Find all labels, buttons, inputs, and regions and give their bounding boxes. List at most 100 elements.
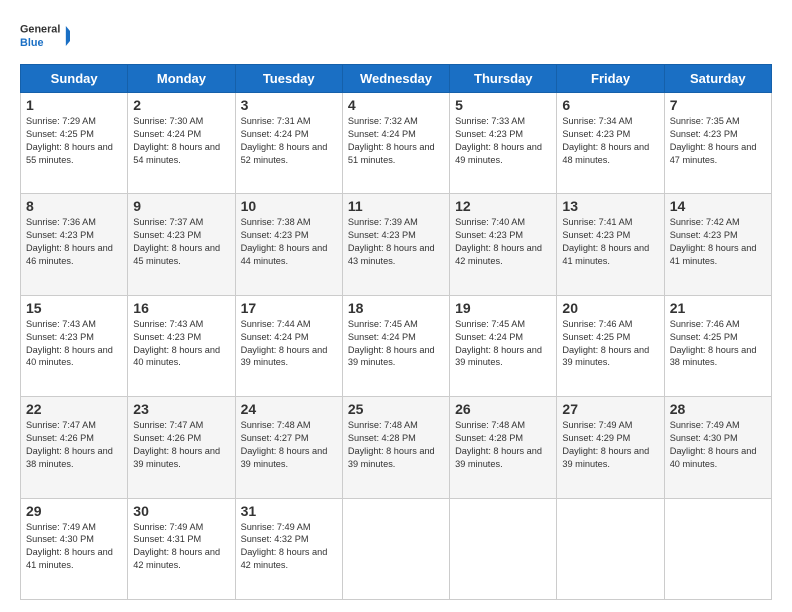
cell-info: Sunrise: 7:29 AMSunset: 4:25 PMDaylight:…: [26, 116, 113, 165]
calendar-cell: 24 Sunrise: 7:48 AMSunset: 4:27 PMDaylig…: [235, 397, 342, 498]
day-number: 25: [348, 401, 444, 417]
cell-info: Sunrise: 7:38 AMSunset: 4:23 PMDaylight:…: [241, 217, 328, 266]
calendar-cell: 25 Sunrise: 7:48 AMSunset: 4:28 PMDaylig…: [342, 397, 449, 498]
cell-info: Sunrise: 7:35 AMSunset: 4:23 PMDaylight:…: [670, 116, 757, 165]
day-number: 15: [26, 300, 122, 316]
cell-info: Sunrise: 7:49 AMSunset: 4:30 PMDaylight:…: [26, 522, 113, 571]
day-number: 11: [348, 198, 444, 214]
day-number: 21: [670, 300, 766, 316]
logo: General Blue: [20, 16, 70, 56]
calendar-cell: 11 Sunrise: 7:39 AMSunset: 4:23 PMDaylig…: [342, 194, 449, 295]
day-number: 28: [670, 401, 766, 417]
cell-info: Sunrise: 7:37 AMSunset: 4:23 PMDaylight:…: [133, 217, 220, 266]
calendar-cell: 14 Sunrise: 7:42 AMSunset: 4:23 PMDaylig…: [664, 194, 771, 295]
calendar-cell: 27 Sunrise: 7:49 AMSunset: 4:29 PMDaylig…: [557, 397, 664, 498]
calendar-cell: 15 Sunrise: 7:43 AMSunset: 4:23 PMDaylig…: [21, 295, 128, 396]
week-row-5: 29 Sunrise: 7:49 AMSunset: 4:30 PMDaylig…: [21, 498, 772, 599]
cell-info: Sunrise: 7:32 AMSunset: 4:24 PMDaylight:…: [348, 116, 435, 165]
day-number: 8: [26, 198, 122, 214]
day-number: 18: [348, 300, 444, 316]
calendar-cell: 19 Sunrise: 7:45 AMSunset: 4:24 PMDaylig…: [450, 295, 557, 396]
cell-info: Sunrise: 7:49 AMSunset: 4:31 PMDaylight:…: [133, 522, 220, 571]
cell-info: Sunrise: 7:39 AMSunset: 4:23 PMDaylight:…: [348, 217, 435, 266]
calendar-cell: 3 Sunrise: 7:31 AMSunset: 4:24 PMDayligh…: [235, 93, 342, 194]
calendar-cell: 6 Sunrise: 7:34 AMSunset: 4:23 PMDayligh…: [557, 93, 664, 194]
svg-text:General: General: [20, 24, 60, 36]
calendar-cell: 20 Sunrise: 7:46 AMSunset: 4:25 PMDaylig…: [557, 295, 664, 396]
cell-info: Sunrise: 7:31 AMSunset: 4:24 PMDaylight:…: [241, 116, 328, 165]
calendar-header-row: SundayMondayTuesdayWednesdayThursdayFrid…: [21, 65, 772, 93]
cell-info: Sunrise: 7:47 AMSunset: 4:26 PMDaylight:…: [26, 420, 113, 469]
calendar-cell: 31 Sunrise: 7:49 AMSunset: 4:32 PMDaylig…: [235, 498, 342, 599]
calendar-cell: 7 Sunrise: 7:35 AMSunset: 4:23 PMDayligh…: [664, 93, 771, 194]
cell-info: Sunrise: 7:48 AMSunset: 4:28 PMDaylight:…: [348, 420, 435, 469]
header-friday: Friday: [557, 65, 664, 93]
cell-info: Sunrise: 7:48 AMSunset: 4:28 PMDaylight:…: [455, 420, 542, 469]
calendar-cell: [664, 498, 771, 599]
day-number: 10: [241, 198, 337, 214]
cell-info: Sunrise: 7:40 AMSunset: 4:23 PMDaylight:…: [455, 217, 542, 266]
calendar-cell: 23 Sunrise: 7:47 AMSunset: 4:26 PMDaylig…: [128, 397, 235, 498]
calendar-cell: 4 Sunrise: 7:32 AMSunset: 4:24 PMDayligh…: [342, 93, 449, 194]
day-number: 12: [455, 198, 551, 214]
day-number: 30: [133, 503, 229, 519]
day-number: 13: [562, 198, 658, 214]
day-number: 22: [26, 401, 122, 417]
cell-info: Sunrise: 7:30 AMSunset: 4:24 PMDaylight:…: [133, 116, 220, 165]
day-number: 16: [133, 300, 229, 316]
header-wednesday: Wednesday: [342, 65, 449, 93]
cell-info: Sunrise: 7:33 AMSunset: 4:23 PMDaylight:…: [455, 116, 542, 165]
calendar-cell: 28 Sunrise: 7:49 AMSunset: 4:30 PMDaylig…: [664, 397, 771, 498]
day-number: 3: [241, 97, 337, 113]
day-number: 5: [455, 97, 551, 113]
day-number: 4: [348, 97, 444, 113]
calendar-cell: 21 Sunrise: 7:46 AMSunset: 4:25 PMDaylig…: [664, 295, 771, 396]
header-monday: Monday: [128, 65, 235, 93]
day-number: 20: [562, 300, 658, 316]
cell-info: Sunrise: 7:43 AMSunset: 4:23 PMDaylight:…: [26, 319, 113, 368]
cell-info: Sunrise: 7:46 AMSunset: 4:25 PMDaylight:…: [670, 319, 757, 368]
calendar-cell: [557, 498, 664, 599]
header-tuesday: Tuesday: [235, 65, 342, 93]
header-saturday: Saturday: [664, 65, 771, 93]
day-number: 24: [241, 401, 337, 417]
week-row-4: 22 Sunrise: 7:47 AMSunset: 4:26 PMDaylig…: [21, 397, 772, 498]
page: General Blue SundayMondayTuesdayWednesda…: [0, 0, 792, 612]
cell-info: Sunrise: 7:41 AMSunset: 4:23 PMDaylight:…: [562, 217, 649, 266]
calendar-cell: 8 Sunrise: 7:36 AMSunset: 4:23 PMDayligh…: [21, 194, 128, 295]
day-number: 1: [26, 97, 122, 113]
svg-text:Blue: Blue: [20, 37, 43, 49]
day-number: 9: [133, 198, 229, 214]
calendar-cell: 17 Sunrise: 7:44 AMSunset: 4:24 PMDaylig…: [235, 295, 342, 396]
cell-info: Sunrise: 7:46 AMSunset: 4:25 PMDaylight:…: [562, 319, 649, 368]
header-thursday: Thursday: [450, 65, 557, 93]
calendar-cell: [450, 498, 557, 599]
calendar-cell: 29 Sunrise: 7:49 AMSunset: 4:30 PMDaylig…: [21, 498, 128, 599]
calendar-cell: 22 Sunrise: 7:47 AMSunset: 4:26 PMDaylig…: [21, 397, 128, 498]
calendar-cell: 16 Sunrise: 7:43 AMSunset: 4:23 PMDaylig…: [128, 295, 235, 396]
cell-info: Sunrise: 7:34 AMSunset: 4:23 PMDaylight:…: [562, 116, 649, 165]
day-number: 14: [670, 198, 766, 214]
day-number: 27: [562, 401, 658, 417]
day-number: 26: [455, 401, 551, 417]
calendar-cell: 26 Sunrise: 7:48 AMSunset: 4:28 PMDaylig…: [450, 397, 557, 498]
cell-info: Sunrise: 7:49 AMSunset: 4:32 PMDaylight:…: [241, 522, 328, 571]
cell-info: Sunrise: 7:47 AMSunset: 4:26 PMDaylight:…: [133, 420, 220, 469]
calendar-table: SundayMondayTuesdayWednesdayThursdayFrid…: [20, 64, 772, 600]
day-number: 7: [670, 97, 766, 113]
day-number: 29: [26, 503, 122, 519]
week-row-3: 15 Sunrise: 7:43 AMSunset: 4:23 PMDaylig…: [21, 295, 772, 396]
cell-info: Sunrise: 7:49 AMSunset: 4:29 PMDaylight:…: [562, 420, 649, 469]
day-number: 31: [241, 503, 337, 519]
cell-info: Sunrise: 7:36 AMSunset: 4:23 PMDaylight:…: [26, 217, 113, 266]
cell-info: Sunrise: 7:43 AMSunset: 4:23 PMDaylight:…: [133, 319, 220, 368]
cell-info: Sunrise: 7:48 AMSunset: 4:27 PMDaylight:…: [241, 420, 328, 469]
day-number: 6: [562, 97, 658, 113]
calendar-cell: 30 Sunrise: 7:49 AMSunset: 4:31 PMDaylig…: [128, 498, 235, 599]
day-number: 19: [455, 300, 551, 316]
day-number: 23: [133, 401, 229, 417]
cell-info: Sunrise: 7:45 AMSunset: 4:24 PMDaylight:…: [455, 319, 542, 368]
calendar-cell: 13 Sunrise: 7:41 AMSunset: 4:23 PMDaylig…: [557, 194, 664, 295]
calendar-cell: [342, 498, 449, 599]
week-row-1: 1 Sunrise: 7:29 AMSunset: 4:25 PMDayligh…: [21, 93, 772, 194]
